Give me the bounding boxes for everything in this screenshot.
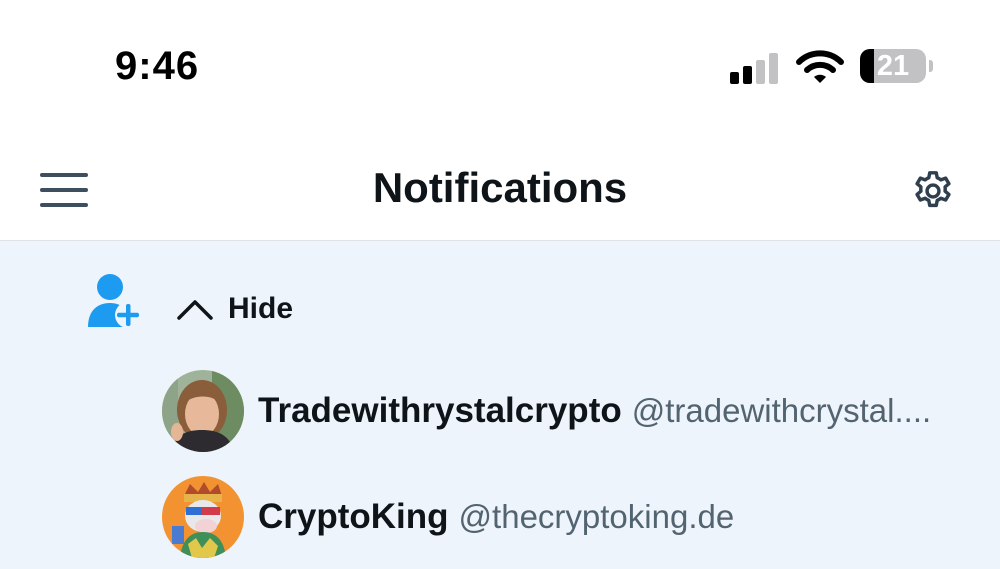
user-row-tradewithrystalcrypto[interactable]: Tradewithrystalcrypto @tradewithcrystal.…	[162, 369, 931, 453]
user-display-name: Tradewithrystalcrypto	[258, 391, 622, 430]
page-title: Notifications	[372, 164, 628, 211]
hide-toggle-button[interactable]: Hide	[176, 289, 293, 329]
wifi-icon	[796, 50, 844, 83]
avatar[interactable]	[162, 476, 244, 558]
status-time: 9:46	[115, 44, 200, 88]
user-row-cryptoking[interactable]: CryptoKing @thecryptoking.de	[162, 475, 734, 559]
avatar-photo	[162, 370, 244, 452]
battery-icon: 21	[860, 49, 934, 83]
user-handle: @thecryptoking.de	[458, 498, 735, 535]
hamburger-menu-icon	[40, 173, 88, 207]
gear-icon	[915, 171, 951, 208]
cellular-signal-icon	[730, 53, 778, 84]
avatar[interactable]	[162, 370, 244, 452]
hide-label: Hide	[228, 292, 294, 325]
battery-body: 21	[860, 49, 926, 83]
user-handle: @tradewithcrystal....	[631, 392, 932, 429]
notifications-screen: 9:46 21 Notifications Hide Tradewithryst…	[0, 0, 1000, 569]
user-display-name: CryptoKing	[258, 497, 449, 536]
person-add-icon	[88, 274, 141, 328]
battery-level: 21	[876, 50, 910, 82]
menu-button[interactable]	[38, 170, 92, 210]
follow-notification[interactable]: Hide Tradewithrystalcrypto @tradewithcry…	[0, 241, 1000, 569]
battery-cap	[929, 60, 933, 72]
status-bar: 9:46 21	[0, 0, 1000, 130]
settings-button[interactable]	[910, 168, 956, 214]
top-navigation-bar: Notifications	[0, 130, 1000, 241]
chevron-up-icon	[177, 300, 213, 320]
avatar-nft-ape	[162, 476, 244, 558]
